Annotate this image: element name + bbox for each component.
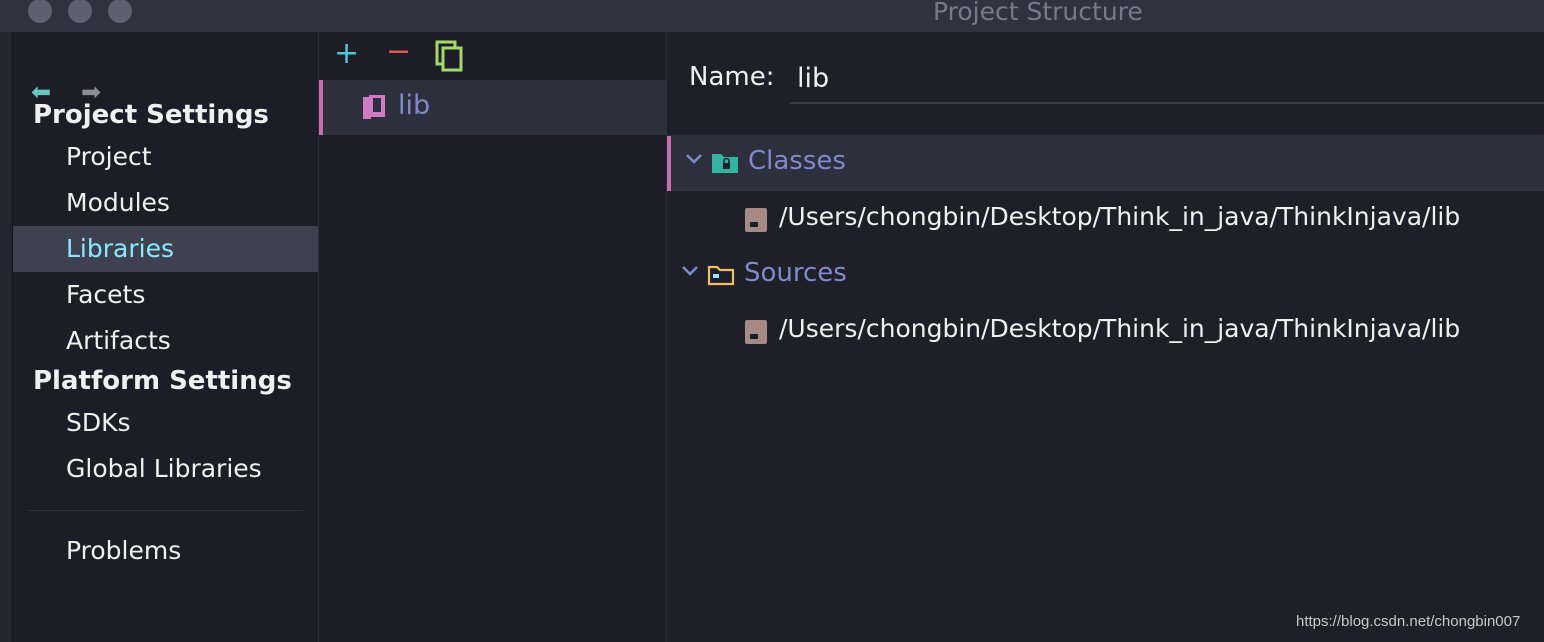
sidebar-item-project[interactable]: Project [13,134,318,180]
classes-path-row[interactable]: /Users/chongbin/Desktop/Think_in_java/Th… [667,192,1544,247]
minus-icon[interactable]: − [386,34,411,69]
chevron-down-icon[interactable] [685,150,703,172]
libraries-panel: + − lib [319,32,670,642]
watermark: https://blog.csdn.net/chongbin007 [1296,613,1521,630]
library-item-label: lib [398,90,431,121]
chevron-down-icon[interactable] [681,262,699,284]
sidebar-item-sdks[interactable]: SDKs [13,400,318,446]
platform-settings-heading: Platform Settings [33,366,292,396]
library-item-lib[interactable]: lib [319,80,670,135]
path-text: /Users/chongbin/Desktop/Think_in_java/Th… [779,314,1461,343]
library-icon [361,93,387,125]
sidebar-item-label: Facets [66,280,146,309]
sidebar-item-libraries[interactable]: Libraries [13,226,318,272]
jar-file-icon [744,207,768,237]
sidebar-item-label: Global Libraries [66,454,262,483]
sidebar-item-label: SDKs [66,408,131,437]
sources-folder-icon [707,263,735,291]
library-detail-panel: Name: Classes /Users/chongbin/Desktop/Th… [667,32,1544,642]
name-field[interactable] [790,54,1544,104]
sources-path-row[interactable]: /Users/chongbin/Desktop/Think_in_java/Th… [667,304,1544,359]
classes-folder-icon [711,151,739,179]
sidebar: ⬅ ➡ Project Settings Project Modules Lib… [13,32,319,642]
sidebar-item-modules[interactable]: Modules [13,180,318,226]
path-text: /Users/chongbin/Desktop/Think_in_java/Th… [779,202,1461,231]
sidebar-item-label: Problems [66,536,182,565]
sidebar-item-global-libraries[interactable]: Global Libraries [13,446,318,492]
close-window-button[interactable] [28,0,52,23]
copy-icon[interactable] [435,40,463,80]
plus-icon[interactable]: + [334,36,359,71]
sidebar-item-label: Modules [66,188,170,217]
zoom-window-button[interactable] [108,0,132,23]
group-label: Classes [748,146,846,176]
sidebar-item-artifacts[interactable]: Artifacts [13,318,318,364]
sidebar-item-label: Artifacts [66,326,171,355]
sidebar-item-label: Libraries [66,234,174,263]
group-sources[interactable]: Sources [667,248,1544,303]
name-label: Name: [689,62,775,92]
project-settings-heading: Project Settings [33,100,269,130]
sidebar-item-facets[interactable]: Facets [13,272,318,318]
window-title: Project Structure [933,0,1143,26]
jar-file-icon [744,319,768,349]
sidebar-item-label: Project [66,142,152,171]
background-editor-strip [0,32,13,642]
sidebar-divider [28,510,303,511]
title-bar: Project Structure [0,0,1544,32]
sidebar-item-problems[interactable]: Problems [13,528,318,574]
group-classes[interactable]: Classes [667,136,1544,191]
minimize-window-button[interactable] [68,0,92,23]
group-label: Sources [744,258,847,288]
